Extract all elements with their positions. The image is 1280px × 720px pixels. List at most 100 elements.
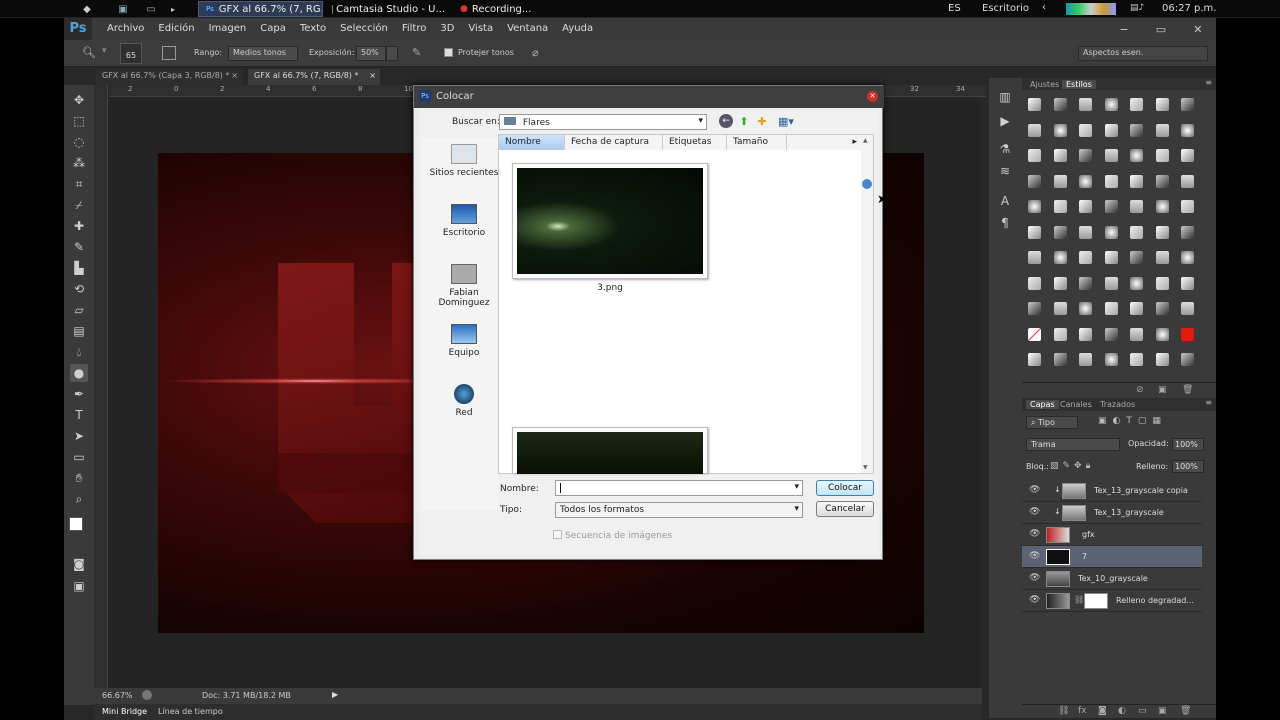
style-swatch[interactable] [1181,327,1194,341]
zoom-level[interactable]: 66.67% [102,691,133,700]
screen-mode-icon[interactable]: ▣ [70,577,88,595]
menu-ayuda[interactable]: Ayuda [555,18,600,40]
style-swatch[interactable] [1079,276,1092,290]
style-swatch[interactable] [1053,123,1067,137]
group-icon[interactable]: ▭ [1138,706,1147,716]
layer-kind-filter[interactable]: ⌕ Tipo [1026,416,1078,429]
opacity-field[interactable]: 100% [1172,438,1204,451]
style-swatch[interactable] [1130,123,1143,137]
brush-size[interactable]: 65 [120,43,142,64]
close-icon[interactable]: × [369,71,376,80]
style-swatch[interactable] [1028,353,1041,366]
layer-filter-icons[interactable]: ▣◐T▢▦ [1098,416,1167,426]
close-icon[interactable]: × [231,71,238,80]
restore-icon[interactable]: ▭ [1156,23,1166,36]
adjustment-icon[interactable]: ◐ [1118,706,1126,716]
path-select-tool-icon[interactable]: ➤ [70,427,88,445]
visibility-eye-icon[interactable]: 👁︎ [1029,485,1040,495]
style-swatch[interactable] [1053,149,1067,162]
tab-trazados[interactable]: Trazados [1096,400,1139,409]
brushes-icon[interactable]: ⚗ [996,140,1014,158]
blend-mode-select[interactable]: Trama [1026,438,1120,451]
style-swatch[interactable] [1053,200,1067,213]
style-swatch[interactable] [1053,98,1067,111]
new-folder-icon[interactable]: ✚ [755,114,769,128]
tab-estilos[interactable]: Estilos [1062,80,1096,89]
style-swatch[interactable] [1155,327,1169,341]
play-icon[interactable]: ▶ [332,690,338,699]
style-swatch[interactable] [1181,225,1194,239]
chevron-right-icon[interactable]: ▸ [787,135,863,150]
visibility-eye-icon[interactable]: 👁︎ [1029,573,1040,583]
range-select[interactable]: Medios tonos [228,46,298,61]
style-swatch[interactable] [1028,200,1041,213]
style-swatch[interactable] [1130,302,1143,315]
delete-icon[interactable]: 🗑︎ [1182,385,1193,395]
style-swatch[interactable] [1130,251,1143,264]
delete-icon[interactable]: 🗑︎ [1180,706,1191,716]
scroll-up-icon[interactable]: ▲ [863,137,868,144]
style-swatch[interactable] [1028,327,1041,341]
column-tamano[interactable]: Tamaño [727,135,787,150]
layer-row[interactable]: 👁︎ Tex_10_grayscale [1022,568,1202,590]
pressure-icon[interactable]: ⌀ [532,46,539,59]
style-swatch[interactable] [1079,251,1092,264]
style-swatch[interactable] [1028,174,1041,188]
style-swatch[interactable] [1079,353,1092,366]
stamp-tool-icon[interactable]: ▙ [70,259,88,277]
style-swatch[interactable] [1028,302,1041,315]
move-tool-icon[interactable]: ✥ [70,91,88,109]
style-swatch[interactable] [1104,200,1118,213]
style-swatch[interactable] [1053,174,1067,188]
tab-mini-bridge[interactable]: Mini Bridge [102,707,147,716]
menu-imagen[interactable]: Imagen [202,18,254,40]
foreground-color[interactable] [69,517,83,531]
sequence-checkbox[interactable] [553,530,562,539]
protect-tones-checkbox[interactable] [444,48,453,57]
gradient-tool-icon[interactable]: ▤ [70,322,88,340]
style-swatch[interactable] [1181,149,1194,162]
style-swatch[interactable] [1130,327,1143,341]
style-swatch[interactable] [1053,353,1067,366]
exposure-dropdown[interactable] [386,46,398,61]
style-swatch[interactable] [1104,98,1118,111]
chevron-left-icon[interactable]: ‹ [1042,2,1046,13]
panel-menu-icon[interactable]: ≡ [1205,398,1212,407]
place-user[interactable]: Fabian Dominguez [428,264,500,308]
blur-tool-icon[interactable]: 💧︎ [70,343,88,361]
style-swatch[interactable] [1155,200,1169,213]
file-thumbnail[interactable] [512,163,708,279]
column-etiquetas[interactable]: Etiquetas [663,135,727,150]
scroll-down-icon[interactable]: ▼ [863,464,868,471]
place-button[interactable]: Colocar [816,480,874,496]
task-recording[interactable]: ● Recording... [454,1,579,17]
doc-tab-capa3[interactable]: GFX al 66.7% (Capa 3, RGB/8) * × [96,69,242,85]
style-swatch[interactable] [1104,327,1118,341]
dodge-tool-icon[interactable]: ● [70,364,88,382]
style-swatch[interactable] [1104,302,1118,315]
healing-tool-icon[interactable]: ✚ [70,217,88,235]
style-swatch[interactable] [1181,200,1194,213]
doc-tab-7[interactable]: GFX al 66.7% (7, RGB/8) * × [248,69,380,85]
panel-menu-icon[interactable]: ≡ [1205,78,1212,87]
tab-timeline[interactable]: Línea de tiempo [158,707,223,716]
view-menu-icon[interactable]: ▦▾ [775,114,797,128]
style-swatch[interactable] [1104,123,1118,137]
menu-capa[interactable]: Capa [253,18,293,40]
look-in-select[interactable]: Flares ▾ [499,114,707,130]
layer-row[interactable]: 👁︎ ⛓ Relleno degradad... [1022,590,1202,612]
file-name[interactable]: 3.png [512,283,708,293]
place-network[interactable]: Red [428,384,500,418]
tab-capas[interactable]: Capas [1026,400,1059,409]
style-swatch[interactable] [1181,251,1194,264]
new-layer-icon[interactable]: ▣ [1158,706,1167,716]
style-swatch[interactable] [1155,123,1169,137]
style-swatch[interactable] [1130,174,1143,188]
exposure-field[interactable]: 50% [356,46,386,61]
layer-row-selected[interactable]: 👁︎ 7 [1022,546,1202,568]
eyedropper-tool-icon[interactable]: ⌿ [70,196,88,214]
menu-seleccion[interactable]: Selección [333,18,395,40]
tab-canales[interactable]: Canales [1056,400,1096,409]
marquee-tool-icon[interactable]: ⬚ [70,112,88,130]
file-type-select[interactable]: Todos los formatos ▾ [555,502,803,518]
